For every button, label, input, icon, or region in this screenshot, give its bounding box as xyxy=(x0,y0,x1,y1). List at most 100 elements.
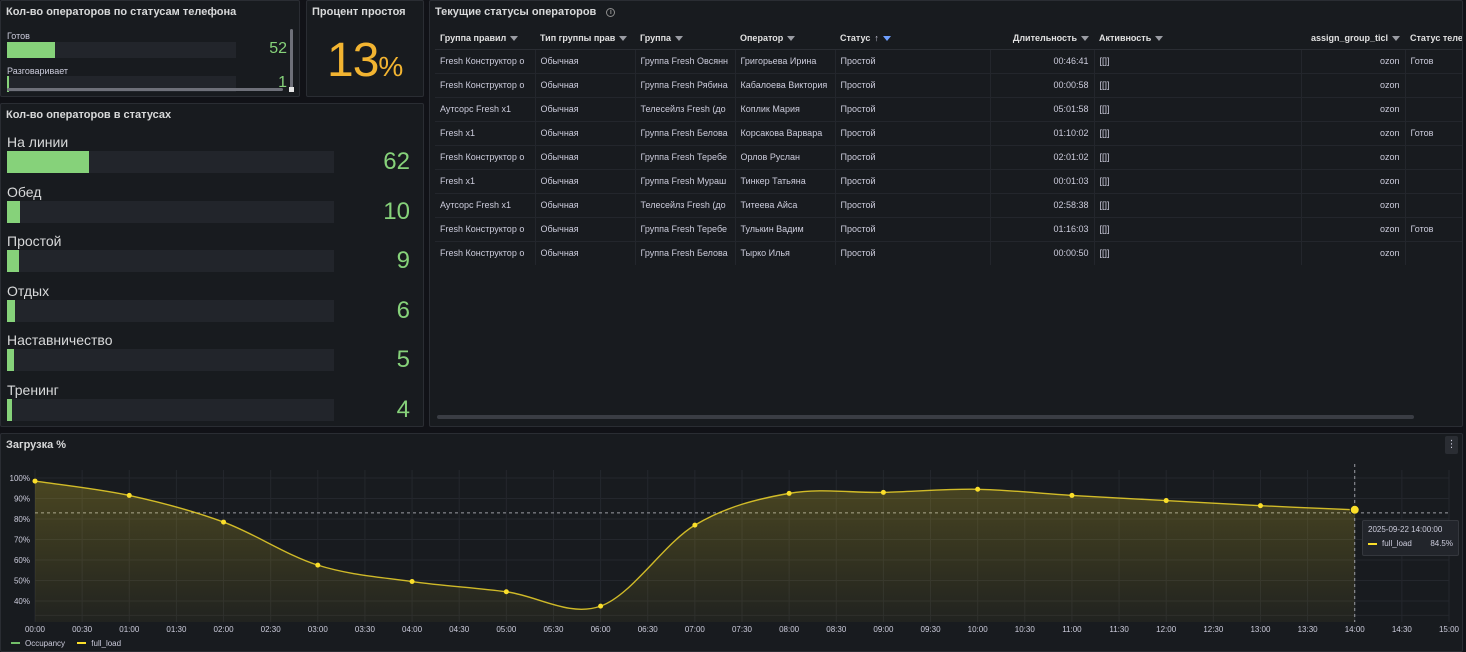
y-tick-label: 100% xyxy=(10,474,30,483)
table-row[interactable]: Fresh Конструктор о Обычная Группа Fresh Т… xyxy=(435,217,1462,242)
column-header[interactable]: Активность xyxy=(1094,28,1301,50)
column-header[interactable]: Длительность xyxy=(990,28,1094,50)
table-cell: Готов xyxy=(1405,217,1462,242)
table-cell: Группа Fresh Теребе xyxy=(635,217,736,242)
column-header-label: Длительность xyxy=(1012,33,1077,44)
table-cell: Обычная xyxy=(535,241,636,265)
bar-fill xyxy=(7,349,14,372)
legend-item-occupancy[interactable]: Occupancy xyxy=(11,639,65,648)
vertical-scrollbar[interactable] xyxy=(290,29,293,92)
x-tick-label: 11:00 xyxy=(1062,625,1082,634)
y-tick-label: 50% xyxy=(14,577,30,586)
table-cell: Группа Fresh Белова xyxy=(635,241,736,265)
table-cell: 02:01:02 xyxy=(990,145,1095,170)
table-row[interactable]: Fresh Конструктор о Обычная Группа Fresh Б… xyxy=(435,241,1462,265)
sort-ascending-icon[interactable]: ↑ xyxy=(874,33,879,43)
table-cell: Аутсорс Fresh x1 xyxy=(435,97,536,122)
x-tick-label: 07:00 xyxy=(685,625,706,634)
table-cell: Группа Fresh Теребе xyxy=(635,145,736,170)
table-cell: Простой xyxy=(835,145,991,170)
table-cell: 05:01:58 xyxy=(990,97,1095,122)
bar-track xyxy=(7,399,334,421)
table-cell: Обычная xyxy=(535,49,636,74)
x-tick-label: 08:30 xyxy=(826,625,847,634)
bar-track xyxy=(7,250,334,273)
table-cell: Готов xyxy=(1405,49,1462,74)
table-row[interactable]: Fresh Конструктор о Обычная Группа Fresh Т… xyxy=(435,145,1462,170)
table-cell: Группа Fresh Овсянн xyxy=(635,49,736,74)
x-tick-label: 13:00 xyxy=(1250,625,1271,634)
bar-fill xyxy=(7,151,89,173)
horizontal-scrollbar[interactable] xyxy=(437,415,1414,419)
table-row[interactable]: Fresh x1 Обычная Группа Fresh Белова Корсак… xyxy=(435,121,1462,146)
table-cell: [[]] xyxy=(1094,241,1302,265)
filter-icon[interactable] xyxy=(787,36,796,42)
column-header[interactable]: Тип группы прав xyxy=(535,28,635,50)
table-row[interactable]: Fresh Конструктор о Обычная Группа Fresh Р… xyxy=(435,73,1462,98)
operator-statuses-panel: Кол-во операторов в статусах На линии 62 О… xyxy=(0,103,424,427)
table-cell xyxy=(1405,241,1462,265)
column-header[interactable]: Статус ↑ xyxy=(835,28,990,50)
table-cell: [[]] xyxy=(1094,49,1302,74)
load-chart: 40% 50% 60% 70% 80% 90% 100% 00:00 00:30 01:00 01:… xyxy=(10,464,1460,634)
operators-table-panel: Текущие статусы операторов i Группа прави… xyxy=(429,0,1463,427)
column-header-label: Активность xyxy=(1099,33,1152,44)
column-header[interactable]: Группа правил xyxy=(435,28,535,50)
legend-item-full-load[interactable]: full_load xyxy=(77,639,121,648)
table-row[interactable]: Аутсорс Fresh x1 Обычная Телесейлз Fresh (… xyxy=(435,193,1462,218)
table-row[interactable]: Fresh Конструктор о Обычная Группа Fresh О… xyxy=(435,49,1462,74)
operators-table: Группа правил Тип группы прав Группа Операт… xyxy=(435,28,1463,265)
column-header-label: Оператор xyxy=(740,33,784,44)
panel-title: Текущие статусы операторов i xyxy=(435,6,616,18)
x-tick-label: 11:30 xyxy=(1109,625,1129,634)
x-tick-label: 06:00 xyxy=(591,625,612,634)
column-header[interactable]: Группа xyxy=(635,28,735,50)
y-tick-label: 70% xyxy=(14,536,30,545)
table-cell: Григорьева Ирина xyxy=(735,49,836,74)
column-header-label: Статус xyxy=(840,33,871,44)
table-cell: Простой xyxy=(835,169,991,194)
filter-icon[interactable] xyxy=(510,36,519,42)
table-cell: Обычная xyxy=(535,97,636,122)
table-cell: Титеева Айса xyxy=(735,193,836,218)
idle-percent-panel: Процент простоя 13% xyxy=(306,0,424,97)
filter-icon[interactable] xyxy=(675,36,684,42)
filter-icon[interactable] xyxy=(882,36,891,42)
stat-number: 13 xyxy=(327,34,379,87)
table-cell: Простой xyxy=(835,121,991,146)
table-cell: Аутсорс Fresh x1 xyxy=(435,193,536,218)
table-cell: Кабалоева Виктория xyxy=(735,73,836,98)
legend-label: full_load xyxy=(91,639,122,648)
horizontal-scrollbar[interactable] xyxy=(7,88,283,91)
column-header[interactable]: Оператор xyxy=(735,28,835,50)
table-cell: ozon xyxy=(1301,97,1406,122)
filter-icon[interactable] xyxy=(1155,36,1164,42)
chart-tooltip: 2025-09-22 14:00:00 full_load 84.5% xyxy=(1362,520,1459,556)
table-row[interactable]: Аутсорс Fresh x1 Обычная Телесейлз Fresh (… xyxy=(435,97,1462,122)
legend-swatch xyxy=(11,642,20,644)
tooltip-row: full_load 84.5% xyxy=(1368,539,1453,548)
table-row[interactable]: Fresh x1 Обычная Группа Fresh Мураш Тинкер … xyxy=(435,169,1462,194)
stat-value: 13% xyxy=(327,34,403,93)
data-point xyxy=(315,562,321,568)
column-header[interactable]: Статус теле xyxy=(1405,28,1463,50)
info-icon[interactable]: i xyxy=(606,8,616,17)
table-cell: Группа Fresh Рябина xyxy=(635,73,736,98)
filter-icon[interactable] xyxy=(1392,36,1400,42)
filter-icon[interactable] xyxy=(1081,36,1089,42)
data-point xyxy=(221,519,227,525)
column-header-label: Статус теле xyxy=(1410,33,1463,44)
column-header[interactable]: assign_group_ticl xyxy=(1301,28,1405,50)
table-cell: Тырко Илья xyxy=(735,241,836,265)
x-tick-label: 09:00 xyxy=(873,625,894,634)
table-cell: Fresh x1 xyxy=(435,169,536,194)
status-label: Простой xyxy=(7,233,62,250)
table-cell: Тинкер Татьяна xyxy=(735,169,836,194)
bar-fill xyxy=(7,200,21,223)
resize-handle[interactable] xyxy=(289,87,294,92)
panel-title: Процент простоя xyxy=(312,6,406,18)
y-tick-label: 60% xyxy=(14,556,30,565)
filter-icon[interactable] xyxy=(619,36,628,42)
phone-status-panel: Кол-во операторов по статусам телефона Г… xyxy=(0,0,300,97)
status-label: На линии xyxy=(7,134,69,150)
